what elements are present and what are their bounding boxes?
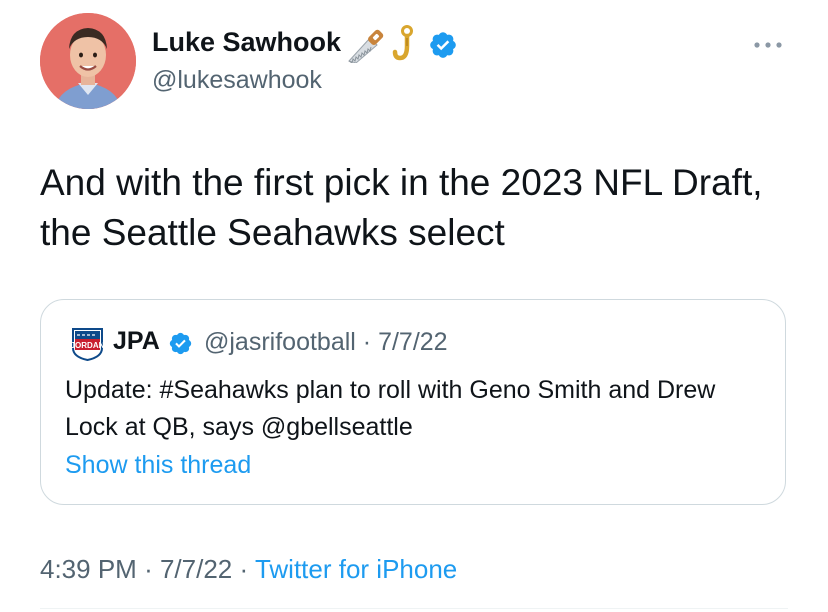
tweet-text: And with the first pick in the 2023 NFL … bbox=[40, 162, 763, 253]
quoted-author-handle[interactable]: @jasrifootball bbox=[204, 328, 356, 356]
verified-icon bbox=[430, 32, 456, 58]
divider bbox=[40, 608, 788, 609]
more-options-button[interactable] bbox=[748, 30, 788, 60]
show-thread-link[interactable]: Show this thread bbox=[65, 451, 251, 480]
saw-icon bbox=[348, 29, 384, 63]
meta-separator: · bbox=[239, 554, 249, 584]
more-icon bbox=[754, 42, 782, 48]
tweet-source-link[interactable]: Twitter for iPhone bbox=[255, 554, 457, 584]
avatar-image bbox=[40, 13, 136, 109]
author-handle[interactable]: @lukesawhook bbox=[152, 66, 322, 95]
jpa-logo-text: JORDAN bbox=[71, 341, 105, 350]
hook-icon bbox=[392, 25, 413, 61]
quoted-tweet-text: Update: #Seahawks plan to roll with Geno… bbox=[65, 376, 716, 441]
author-name[interactable]: Luke Sawhook bbox=[152, 27, 341, 58]
tweet: Luke Sawhook @lukesawhook And with the f… bbox=[0, 0, 828, 612]
tweet-meta: 4:39 PM · 7/7/22 · Twitter for iPhone bbox=[40, 554, 457, 585]
jpa-logo: JORDAN bbox=[71, 328, 105, 361]
tweet-date[interactable]: 7/7/22 bbox=[160, 554, 232, 584]
quoted-author-name[interactable]: JPA bbox=[113, 327, 160, 356]
meta-separator: · bbox=[362, 328, 372, 356]
quoted-tweet-card[interactable]: JORDAN JPA @jasrifootball · 7/7/22 Updat… bbox=[40, 299, 786, 505]
meta-separator: · bbox=[144, 554, 153, 584]
quoted-tweet-date[interactable]: 7/7/22 bbox=[378, 328, 448, 356]
tweet-time[interactable]: 4:39 PM bbox=[40, 554, 137, 584]
quoted-tweet-meta: @jasrifootball · 7/7/22 bbox=[204, 328, 448, 357]
avatar[interactable] bbox=[40, 13, 136, 109]
verified-icon bbox=[169, 332, 192, 355]
